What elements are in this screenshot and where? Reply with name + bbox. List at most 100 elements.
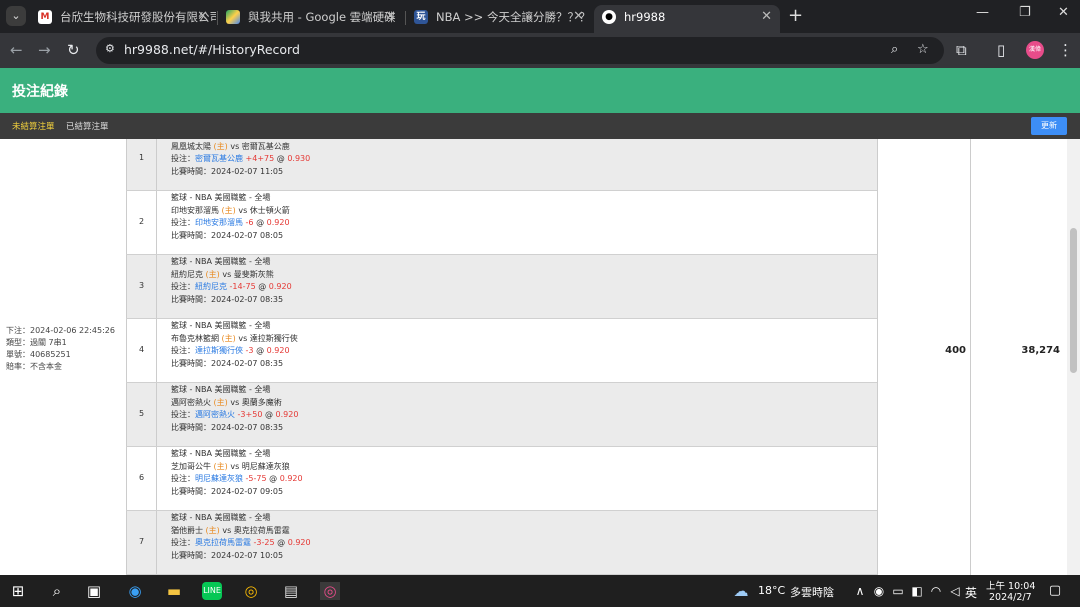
file-explorer-icon[interactable]: ▬ xyxy=(164,582,184,600)
scrollbar-thumb[interactable] xyxy=(1070,228,1077,373)
search-icon[interactable]: ⌕ xyxy=(47,582,67,600)
page-scrollbar[interactable] xyxy=(1067,139,1080,575)
tab-unsettled[interactable]: 未結算注單 xyxy=(12,120,55,132)
close-tab-icon[interactable]: ✕ xyxy=(197,5,208,29)
bet-odds: 0.920 xyxy=(279,474,303,484)
tab-hr9988[interactable]: ● hr9988 ✕ xyxy=(594,5,780,33)
bet-league: 籃球 - NBA 美國職籃 - 全場 xyxy=(171,193,271,202)
clock-date[interactable]: 2024/2/7 xyxy=(989,592,1032,603)
menu-kebab-icon[interactable]: ⋮ xyxy=(1058,41,1073,59)
away-team: 奧克拉荷馬雷霆 xyxy=(233,525,290,535)
close-window-icon[interactable]: ✕ xyxy=(1058,5,1069,20)
home-tag: (主) xyxy=(213,397,228,407)
ticket-number: 單號：40685251 xyxy=(6,350,71,359)
vs-text: vs xyxy=(238,333,248,343)
bet-pick: 奧克拉荷馬雷霆 xyxy=(195,538,251,548)
bet-odds: 0.920 xyxy=(266,346,290,356)
bet-detail: 籃球 - NBA 美國職籃 - 全場 芝加哥公牛 (主) vs 明尼蘇達灰狼 投注：… xyxy=(171,448,303,499)
home-team: 印地安那溜馬 xyxy=(171,205,219,215)
network-icon[interactable]: ◧ xyxy=(907,582,927,600)
at-sign: @ xyxy=(256,346,265,356)
drive-icon xyxy=(226,10,240,24)
address-bar[interactable]: ⚙ hr9988.net/#/HistoryRecord ⌕ ☆ xyxy=(96,37,944,64)
bet-detail: 籃球 - NBA 美國職籃 - 全場鳳凰城太陽 (主) vs 密爾瓦基公鹿投注：… xyxy=(171,139,310,179)
bet-detail: 籃球 - NBA 美國職籃 - 全場 印地安那溜馬 (主) vs 休士頓火箭 投注：… xyxy=(171,192,290,243)
bet-pick: 邁阿密熱火 xyxy=(195,410,235,420)
reload-icon[interactable]: ↻ xyxy=(67,41,80,59)
bet-line: +4+75 xyxy=(245,154,275,164)
bet-league: 籃球 - NBA 美國職籃 - 全場 xyxy=(171,321,271,330)
tray-chevron-icon[interactable]: ∧ xyxy=(850,582,870,600)
away-team: 明尼蘇達灰狼 xyxy=(241,461,290,471)
bet-pick: 印地安那溜馬 xyxy=(195,218,243,228)
volume-icon[interactable]: ◁ xyxy=(945,582,965,600)
clock-time[interactable]: 上午 10:04 xyxy=(986,578,1035,592)
at-sign: @ xyxy=(277,538,286,548)
weather-cloud-icon: ☁ xyxy=(733,582,749,600)
away-team: 曼斐斯灰熊 xyxy=(233,269,274,279)
bookmark-star-icon[interactable]: ☆ xyxy=(917,42,929,57)
side-panel-icon[interactable]: ▯ xyxy=(997,41,1005,59)
windows-start-icon[interactable]: ⊞ xyxy=(8,582,28,600)
edge-icon[interactable]: ◉ xyxy=(125,582,145,600)
zoom-icon[interactable]: ⌕ xyxy=(891,42,898,57)
bet-line: -3-25 xyxy=(253,538,275,548)
tab-google-drive[interactable]: 與我共用 - Google 雲端硬碟 ✕ xyxy=(218,5,404,33)
bet-pick-line: 投注：明尼蘇達灰狼 -5-75 @ 0.920 xyxy=(171,473,303,486)
bet-prefix: 投注： xyxy=(171,410,195,420)
task-view-icon[interactable]: ▣ xyxy=(84,582,104,600)
restore-icon[interactable]: ❐ xyxy=(1019,5,1031,20)
ticket-placed-time: 下注：2024-02-06 22:45:26 xyxy=(6,326,115,335)
chrome-icon[interactable]: ◎ xyxy=(241,582,261,600)
forward-icon[interactable]: → xyxy=(38,41,51,59)
home-tag: (主) xyxy=(205,269,220,279)
line-icon[interactable]: LINE xyxy=(202,582,222,600)
site-icon: 玩 xyxy=(414,10,428,24)
close-tab-icon[interactable]: ✕ xyxy=(573,5,584,29)
tab-settled[interactable]: 已結算注單 xyxy=(66,120,109,132)
back-icon[interactable]: ← xyxy=(10,41,23,59)
soccer-icon: ● xyxy=(602,10,616,24)
refresh-button[interactable]: 更新 xyxy=(1031,117,1067,135)
bet-pick: 達拉斯獨行俠 xyxy=(195,346,243,356)
bet-odds: 0.920 xyxy=(268,282,292,292)
tray-app-icon[interactable]: ◉ xyxy=(869,582,889,600)
away-team: 密爾瓦基公鹿 xyxy=(241,141,290,151)
extensions-icon[interactable]: ⧉ xyxy=(956,41,967,59)
tab-gmail[interactable]: M 台欣生物科技研發股份有限公司 ✕ xyxy=(30,5,216,33)
home-tag: (主) xyxy=(213,141,228,151)
bet-prefix: 投注： xyxy=(171,538,195,548)
vs-text: vs xyxy=(238,205,248,215)
battery-icon[interactable]: ▭ xyxy=(888,582,908,600)
away-team: 達拉斯獨行俠 xyxy=(249,333,298,343)
minimize-icon[interactable]: — xyxy=(976,5,989,20)
notepad-icon[interactable]: ▤ xyxy=(281,582,301,600)
bet-odds: 0.920 xyxy=(266,218,290,228)
close-tab-icon[interactable]: ✕ xyxy=(385,5,396,29)
wifi-icon[interactable]: ◠ xyxy=(926,582,946,600)
close-tab-icon[interactable]: ✕ xyxy=(761,5,772,29)
tab-title: 台欣生物科技研發股份有限公司 xyxy=(60,10,216,24)
tab-nba-forum[interactable]: 玩 NBA >> 今天全讓分勝？？？ ✕ xyxy=(406,5,592,33)
home-tag: (主) xyxy=(221,333,236,343)
chrome-profile-icon[interactable]: ◎ xyxy=(320,582,340,600)
site-info-icon[interactable]: ⚙ xyxy=(105,42,115,55)
bet-number-cell: 7 xyxy=(126,511,157,574)
bet-record-table: 下注：2024-02-06 22:45:26 類型：過關 7串1 單號：4068… xyxy=(0,139,1067,575)
bet-line: -14-75 xyxy=(229,282,256,292)
bet-number: 1 xyxy=(138,152,145,162)
tab-search-dropdown-icon[interactable]: ⌄ xyxy=(6,6,26,26)
bet-pick: 紐約尼克 xyxy=(195,282,227,292)
bet-prefix: 投注： xyxy=(171,474,195,484)
avatar[interactable]: 漢偉 xyxy=(1026,41,1044,59)
match-time: 比賽時間：2024-02-07 08:35 xyxy=(171,295,284,305)
vs-text: vs xyxy=(230,461,240,471)
bet-league: 籃球 - NBA 美國職籃 - 全場 xyxy=(171,385,271,394)
bet-matchup: 邁阿密熱火 (主) vs 奧蘭多魔術 xyxy=(171,397,298,410)
ime-indicator[interactable]: 英 xyxy=(965,584,977,601)
new-tab-button[interactable]: + xyxy=(788,6,803,26)
bet-matchup: 鳳凰城太陽 (主) vs 密爾瓦基公鹿 xyxy=(171,141,310,154)
notification-icon[interactable]: ▢ xyxy=(1045,582,1065,600)
at-sign: @ xyxy=(264,410,273,420)
bet-odds: 0.920 xyxy=(275,410,299,420)
